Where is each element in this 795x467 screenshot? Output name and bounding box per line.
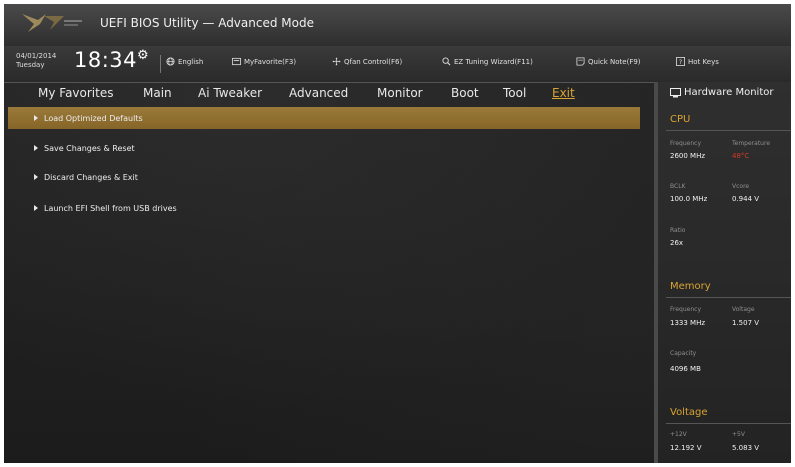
cpu-section-title: CPU (670, 114, 691, 125)
qfan-control-button[interactable]: Qfan Control(F6) (332, 57, 402, 66)
memory-capacity-label: Capacity (670, 350, 697, 357)
ez-tuning-wizard-button[interactable]: EZ Tuning Wizard(F11) (442, 57, 533, 66)
note-icon (576, 57, 585, 66)
menu-item-label: Launch EFI Shell from USB drives (44, 203, 177, 213)
hot-keys-button[interactable]: ? Hot Keys (676, 57, 719, 66)
cpu-temperature-value: 48°C (732, 152, 750, 160)
svg-text:?: ? (679, 59, 682, 66)
divider (666, 297, 791, 298)
fan-icon (332, 57, 341, 66)
vcore-value: 0.944 V (732, 195, 760, 203)
clock-time: 18:34 (74, 48, 138, 72)
memory-section-title: Memory (670, 281, 711, 292)
help-icon: ? (676, 57, 685, 66)
tab-ai-tweaker[interactable]: Ai Tweaker (198, 86, 262, 100)
day-text: Tuesday (16, 61, 45, 69)
cpu-frequency-label: Frequency (670, 140, 701, 147)
voltage-section-title: Voltage (670, 407, 708, 418)
memory-frequency-label: Frequency (670, 306, 701, 313)
ratio-label: Ratio (670, 227, 686, 234)
myfavorite-label: MyFavorite(F3) (244, 57, 297, 66)
menu-item-save-changes-reset[interactable]: Save Changes & Reset (8, 137, 640, 159)
memory-capacity-value: 4096 MB (670, 365, 701, 373)
memory-voltage-label: Voltage (732, 306, 755, 313)
menu-item-launch-efi-shell[interactable]: Launch EFI Shell from USB drives (8, 197, 640, 219)
arrow-right-icon (34, 145, 38, 151)
bios-window: UEFI BIOS Utility — Advanced Mode 04/01/… (4, 4, 791, 463)
language-label: English (178, 57, 204, 66)
tab-advanced[interactable]: Advanced (289, 86, 348, 100)
tab-exit[interactable]: Exit (552, 86, 575, 100)
menu-item-label: Load Optimized Defaults (44, 113, 143, 123)
brand-logo-icon (22, 14, 82, 32)
globe-icon (166, 57, 175, 66)
quick-note-label: Quick Note(F9) (588, 57, 641, 66)
quick-note-button[interactable]: Quick Note(F9) (576, 57, 641, 66)
arrow-right-icon (34, 205, 38, 211)
v5-value: 5.083 V (732, 444, 760, 452)
date-display: 04/01/2014 Tuesday (16, 52, 56, 70)
tab-boot[interactable]: Boot (451, 86, 479, 100)
vcore-label: Vcore (732, 183, 750, 190)
v12-label: +12V (670, 431, 687, 438)
menu-item-label: Discard Changes & Exit (44, 172, 138, 182)
hardware-monitor-panel: Hardware Monitor CPU Frequency Temperatu… (654, 82, 791, 463)
hardware-monitor-title: Hardware Monitor (684, 87, 774, 98)
ez-tuning-wizard-label: EZ Tuning Wizard(F11) (454, 57, 533, 66)
v5-label: +5V (732, 431, 745, 438)
ratio-value: 26x (670, 239, 684, 247)
star-icon (232, 57, 241, 66)
arrow-right-icon (34, 174, 38, 180)
date-text: 04/01/2014 (16, 52, 57, 60)
divider (160, 55, 161, 73)
tuning-wizard-icon (442, 57, 451, 66)
tab-main[interactable]: Main (143, 86, 172, 100)
menu-item-label: Save Changes & Reset (44, 143, 135, 153)
divider (666, 130, 791, 131)
arrow-right-icon (34, 115, 38, 121)
clock-display[interactable]: 18:34⚙ (74, 48, 149, 72)
bclk-value: 100.0 MHz (670, 195, 708, 203)
gear-icon[interactable]: ⚙ (137, 48, 149, 63)
title-bar: UEFI BIOS Utility — Advanced Mode (4, 4, 791, 46)
qfan-control-label: Qfan Control(F6) (344, 57, 403, 66)
menu-item-load-optimized-defaults[interactable]: Load Optimized Defaults (8, 107, 640, 129)
hot-keys-label: Hot Keys (688, 57, 719, 66)
cpu-frequency-value: 2600 MHz (670, 152, 706, 160)
tab-tool[interactable]: Tool (503, 86, 526, 100)
hardware-monitor-header: Hardware Monitor (670, 87, 773, 98)
v12-value: 12.192 V (670, 444, 702, 452)
language-button[interactable]: English (166, 57, 203, 66)
memory-frequency-value: 1333 MHz (670, 319, 706, 327)
divider (666, 423, 791, 424)
bclk-label: BCLK (670, 183, 686, 190)
main-nav: My Favorites Main Ai Tweaker Advanced Mo… (4, 82, 654, 104)
window-title: UEFI BIOS Utility — Advanced Mode (100, 16, 314, 30)
cpu-temperature-label: Temperature (732, 140, 771, 147)
monitor-icon (670, 87, 681, 97)
menu-item-discard-changes-exit[interactable]: Discard Changes & Exit (8, 166, 640, 188)
myfavorite-button[interactable]: MyFavorite(F3) (232, 57, 296, 66)
tab-my-favorites[interactable]: My Favorites (38, 86, 113, 100)
tab-monitor[interactable]: Monitor (377, 86, 423, 100)
memory-voltage-value: 1.507 V (732, 319, 760, 327)
